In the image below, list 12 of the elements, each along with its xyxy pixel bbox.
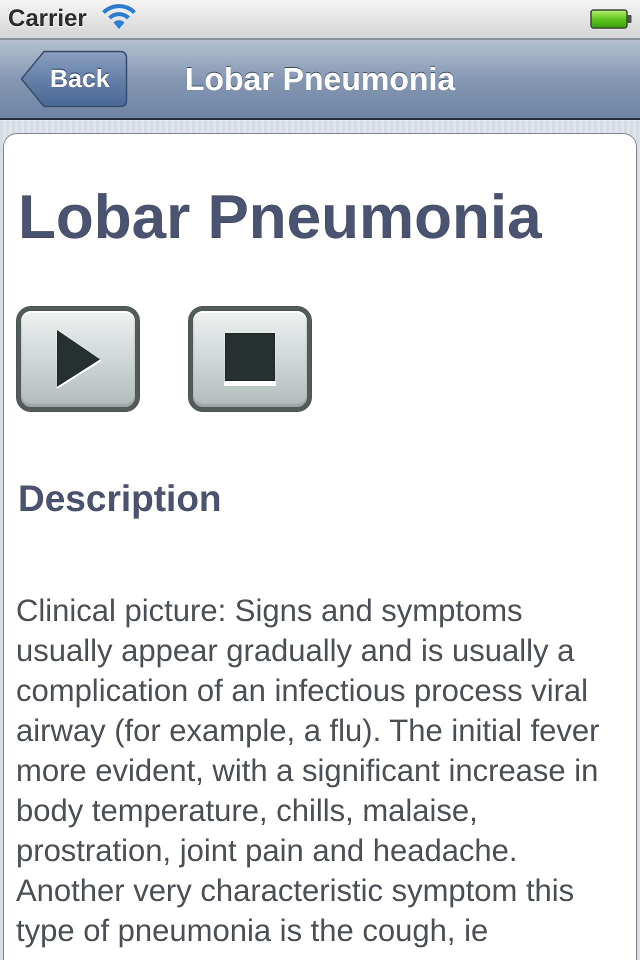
battery-icon bbox=[590, 9, 632, 29]
section-heading: Description bbox=[18, 478, 223, 521]
play-icon bbox=[56, 329, 102, 390]
description-text: Clinical picture: Signs and symptoms usually appear gradually and is usually a complication of an infectious process viral airway (for example, a flu). The initial fever more evident, with a significant increase in body temperature, chills, malaise, prostration, joint pain and headache. Another very characteristic symptom this type of pneumonia is the cough, ie bbox=[16, 592, 600, 950]
stop-icon bbox=[224, 332, 276, 386]
carrier-name: Carrier bbox=[8, 5, 87, 33]
page-title: Lobar Pneumonia bbox=[18, 182, 543, 254]
back-button[interactable]: Back bbox=[20, 50, 128, 108]
wifi-icon bbox=[100, 4, 137, 30]
stop-button[interactable] bbox=[188, 306, 312, 412]
play-button[interactable] bbox=[16, 306, 140, 412]
nav-title: Lobar Pneumonia bbox=[184, 60, 456, 98]
